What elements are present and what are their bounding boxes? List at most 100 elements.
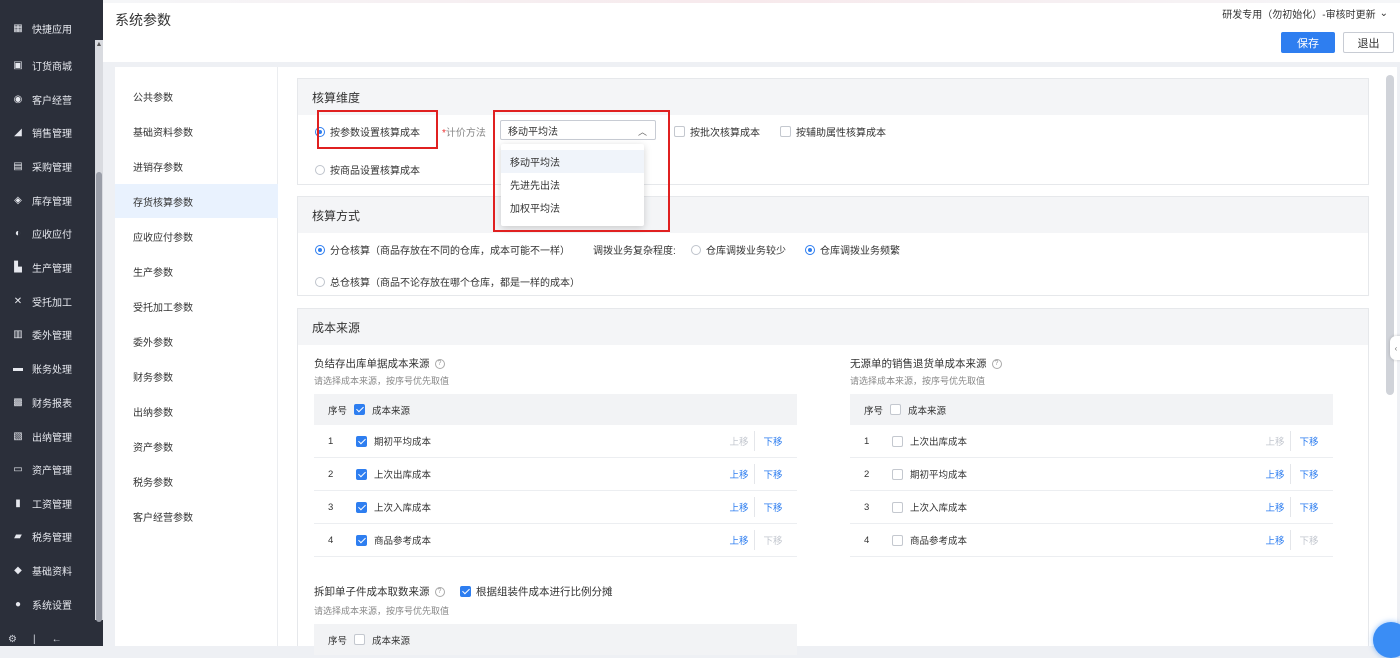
- option-fifo[interactable]: 先进先出法: [501, 173, 644, 196]
- row-checkbox[interactable]: [356, 534, 367, 546]
- move-up-link[interactable]: 上移: [1260, 434, 1290, 448]
- assistant-bubble-icon[interactable]: [1373, 622, 1400, 658]
- select-all-checkbox[interactable]: [354, 404, 365, 415]
- gear-small-icon[interactable]: ⚙: [8, 634, 17, 645]
- row-checkbox[interactable]: [892, 501, 903, 513]
- help-icon[interactable]: ?: [434, 358, 445, 369]
- nav-item[interactable]: ▭ 资产管理: [0, 457, 95, 481]
- collapse-panel-icon[interactable]: ‹: [1390, 336, 1400, 360]
- menu-item[interactable]: 财务参数: [115, 359, 278, 393]
- move-up-link[interactable]: 上移: [724, 500, 754, 514]
- nav-item-label: 库存管理: [32, 196, 72, 208]
- option-weighted-average[interactable]: 加权平均法: [501, 196, 644, 219]
- nav-item[interactable]: ▮ 工资管理: [0, 491, 95, 515]
- menu-item[interactable]: 委外参数: [115, 324, 278, 358]
- checkbox-by-batch[interactable]: 按批次核算成本: [674, 124, 760, 139]
- page-header: 系统参数 研发专用（勿初始化）-审核时更新 ⌄ 保存 退出: [103, 0, 1400, 62]
- menu-item[interactable]: 应收应付参数: [115, 219, 278, 253]
- nav-item[interactable]: ▦ 快捷应用: [0, 16, 95, 40]
- move-down-link[interactable]: 下移: [755, 434, 797, 448]
- nav-item[interactable]: ▰ 税务管理: [0, 524, 95, 548]
- radio-transfer-many[interactable]: 仓库调拨业务频繁: [805, 242, 900, 257]
- nav-scroll-up-arrow[interactable]: ▲: [95, 40, 103, 50]
- move-up-link[interactable]: 上移: [1260, 467, 1290, 481]
- menu-item[interactable]: 资产参数: [115, 429, 278, 463]
- nav-item[interactable]: ▬ 账务处理: [0, 356, 95, 380]
- nav-item[interactable]: ◈ 库存管理: [0, 188, 95, 212]
- row-source-label: 上次入库成本: [910, 503, 968, 514]
- nav-item-label: 销售管理: [32, 128, 72, 140]
- save-button[interactable]: 保存: [1281, 32, 1335, 53]
- nav-item[interactable]: ▥ 委外管理: [0, 322, 95, 346]
- row-checkbox[interactable]: [356, 435, 367, 447]
- row-checkbox[interactable]: [892, 534, 903, 546]
- menu-item[interactable]: 出纳参数: [115, 394, 278, 428]
- nav-item[interactable]: ▧ 出纳管理: [0, 424, 95, 448]
- nav-item[interactable]: ▣ 订货商城: [0, 53, 95, 77]
- account-switcher[interactable]: 研发专用（勿初始化）-审核时更新 ⌄: [1222, 6, 1388, 21]
- radio-transfer-few[interactable]: 仓库调拨业务较少: [691, 242, 786, 257]
- menu-item[interactable]: 基础资料参数: [115, 114, 278, 148]
- radio-total-warehouse[interactable]: 总仓核算（商品不论存放在哪个仓库，都是一样的成本）: [315, 274, 580, 289]
- select-all-checkbox[interactable]: [890, 404, 901, 415]
- nav-item[interactable]: ◆ 基础资料: [0, 558, 95, 582]
- menu-item[interactable]: 存货核算参数: [115, 184, 278, 218]
- move-down-link[interactable]: 下移: [1291, 533, 1333, 547]
- sales-chart-icon: ◢: [14, 126, 22, 138]
- factory-icon: ▙: [14, 261, 22, 273]
- menu-item[interactable]: 客户经营参数: [115, 499, 278, 533]
- split-proportional-checkbox[interactable]: 根据组装件成本进行比例分摊: [460, 584, 613, 599]
- nav-item[interactable]: ◢ 销售管理: [0, 120, 95, 144]
- menu-item[interactable]: 税务参数: [115, 464, 278, 498]
- nav-scrollbar-thumb[interactable]: [96, 172, 102, 622]
- nav-item[interactable]: ✕ 受托加工: [0, 289, 95, 313]
- radio-label: 仓库调拨业务较少: [706, 246, 786, 257]
- nav-item[interactable]: ▩ 财务报表: [0, 390, 95, 414]
- hint-text: 请选择成本来源，按序号优先取值: [850, 376, 986, 386]
- menu-item[interactable]: 生产参数: [115, 254, 278, 288]
- header-stripe: [103, 0, 1400, 3]
- menu-item[interactable]: 受托加工参数: [115, 289, 278, 323]
- row-checkbox[interactable]: [356, 501, 367, 513]
- help-icon[interactable]: ?: [991, 358, 1002, 369]
- move-down-link[interactable]: 下移: [1291, 467, 1333, 481]
- move-down-link[interactable]: 下移: [755, 467, 797, 481]
- option-moving-average[interactable]: 移动平均法: [501, 150, 644, 173]
- valuation-method-select[interactable]: 移动平均法 ︿: [500, 120, 656, 140]
- menu-item[interactable]: 进销存参数: [115, 149, 278, 183]
- radio-by-param[interactable]: 按参数设置核算成本: [315, 124, 420, 139]
- move-up-link[interactable]: 上移: [724, 434, 754, 448]
- table-row: 3 上次入库成本 上移 下移: [850, 491, 1333, 524]
- move-down-link[interactable]: 下移: [755, 500, 797, 514]
- select-all-checkbox[interactable]: [354, 634, 365, 645]
- radio-icon: [315, 164, 325, 175]
- move-up-link[interactable]: 上移: [724, 533, 754, 547]
- move-up-link[interactable]: 上移: [724, 467, 754, 481]
- checkbox-label: 根据组装件成本进行比例分摊: [476, 586, 613, 598]
- shop-bag-icon: ▣: [13, 59, 23, 71]
- nav-item[interactable]: ◉ 客户经营: [0, 87, 95, 111]
- move-up-link[interactable]: 上移: [1260, 500, 1290, 514]
- checkbox-by-aux[interactable]: 按辅助属性核算成本: [780, 124, 886, 139]
- exit-button[interactable]: 退出: [1343, 32, 1394, 53]
- nav-item[interactable]: ● 系统设置: [0, 592, 95, 616]
- menu-item[interactable]: 公共参数: [115, 79, 278, 113]
- nav-item[interactable]: ▤ 采购管理: [0, 154, 95, 178]
- collapse-arrow-icon[interactable]: ←: [52, 634, 62, 645]
- nav-item[interactable]: ◐ 应收应付: [0, 221, 95, 245]
- move-down-link[interactable]: 下移: [1291, 434, 1333, 448]
- nav-item-label: 基础资料: [32, 566, 72, 578]
- nav-item[interactable]: ▙ 生产管理: [0, 255, 95, 279]
- move-up-link[interactable]: 上移: [1260, 533, 1290, 547]
- row-checkbox[interactable]: [892, 468, 903, 480]
- radio-by-warehouse[interactable]: 分仓核算（商品存放在不同的仓库，成本可能不一样）: [315, 242, 570, 257]
- radio-label: 分仓核算（商品存放在不同的仓库，成本可能不一样）: [330, 246, 570, 257]
- move-down-link[interactable]: 下移: [755, 533, 797, 547]
- row-checkbox[interactable]: [892, 435, 903, 447]
- row-checkbox[interactable]: [356, 468, 367, 480]
- radio-by-goods[interactable]: 按商品设置核算成本: [315, 162, 420, 177]
- move-down-link[interactable]: 下移: [1291, 500, 1333, 514]
- row-index: 3: [328, 501, 334, 513]
- row-source: 上次出库成本: [356, 467, 724, 481]
- help-icon[interactable]: ?: [434, 586, 445, 597]
